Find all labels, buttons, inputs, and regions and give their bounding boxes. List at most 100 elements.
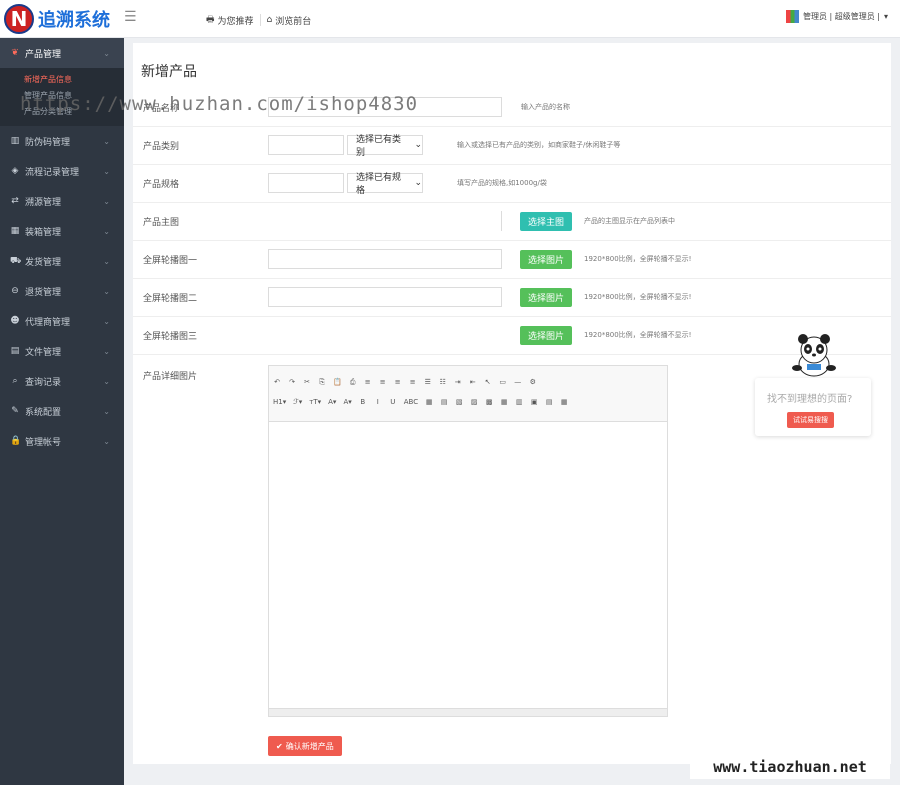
editor-tool-button[interactable]: U [389,398,397,406]
editor-tool-button[interactable]: ▣ [530,398,538,406]
editor-tool-button[interactable]: 📋 [333,378,342,386]
sidebar-item-label: 发货管理 [25,257,62,268]
editor-tool-button[interactable]: ▧ [455,398,463,406]
chevron-down-icon: ⌄ [103,136,110,146]
select-value: 选择已有规格 [356,173,402,196]
editor-tool-button[interactable]: ☰ [424,378,432,386]
editor-tool-button[interactable]: ↷ [288,378,296,386]
editor-tool-button[interactable]: ⇤ [469,378,477,386]
editor-tool-button[interactable]: ▨ [470,398,478,406]
chevron-down-icon: ⌄ [103,286,110,296]
editor-tool-button[interactable]: ▦ [500,398,508,406]
field-label: 全屏轮播图三 [143,331,198,342]
rich-text-editor[interactable]: ↶ ↷ ✂ ⎘ 📋 ⎙ ≡ ≡ ≡ ≡ ☰ ☷ ⇥ ⇤ ↖ ▭ — ⚙ H1▾ ℱ▾ тT▾ A▾ A▾ B I U ABC ▦ ▤ ▧… [268,365,668,717]
home-icon: ⌂ [266,15,273,25]
sidebar-item-settings[interactable]: ✎ 系统配置 ⌄ [0,396,124,426]
nav-frontend[interactable]: ⌂ 浏览前台 [261,14,318,27]
editor-tool-button[interactable]: ☷ [439,378,447,386]
editor-tool-button[interactable]: ▭ [499,378,507,386]
sidebar-item-query-log[interactable]: ⌕ 查询记录 ⌄ [0,366,124,396]
sidebar-item-trace[interactable]: ⇄ 溯源管理 ⌄ [0,186,124,216]
category-select[interactable]: 选择已有类别 ⌄ [347,135,423,158]
carousel-2-input[interactable] [268,287,502,307]
field-hint: 输入产品的名称 [521,103,570,111]
editor-tool-button[interactable]: B [359,398,367,406]
carousel-1-input[interactable] [268,249,502,269]
editor-tool-button[interactable]: ✂ [303,378,311,386]
carousel-3-input[interactable] [268,325,502,345]
editor-tool-button[interactable]: A▾ [343,398,351,406]
choose-main-image-button[interactable]: 选择主图 [520,211,573,231]
chevron-down-icon: ⌄ [103,316,110,326]
app-title: 追溯系统 [38,10,110,31]
sidebar-item-product[interactable]: ❦ 产品管理 ⌄ [0,38,124,68]
barcode-icon: ▥ [10,136,20,146]
select-value: 选择已有类别 [356,135,402,158]
editor-tool-button[interactable]: ⎙ [349,378,357,387]
sidebar-item-files[interactable]: ▤ 文件管理 ⌄ [0,336,124,366]
submit-button[interactable]: ✔ 确认新增产品 [268,736,342,756]
spec-input[interactable] [268,173,344,193]
help-widget: 找不到理想的页面? 试试易搜搜 [755,378,871,436]
submit-label: 确认新增产品 [285,741,334,751]
editor-tool-button[interactable]: ▦ [425,398,433,406]
field-hint: 产品的主图显示在产品列表中 [584,217,675,225]
editor-tool-button[interactable]: ▩ [485,398,493,406]
check-icon: ✔ [276,741,283,751]
editor-tool-button[interactable]: ≡ [379,378,387,386]
truck-icon: ⛟ [10,255,22,266]
editor-tool-button[interactable]: — [514,378,522,386]
top-nav: 🖶 为您推荐 ⌂ 浏览前台 [200,12,317,28]
sidebar-item-label: 文件管理 [25,347,62,358]
submenu-add-product[interactable]: 新增产品信息 [0,72,124,88]
editor-resize-bar[interactable] [269,708,667,716]
main-image-input[interactable] [268,211,502,231]
help-question: 找不到理想的页面? [767,394,853,405]
editor-tool-button[interactable]: I [374,398,382,406]
editor-tool-button[interactable]: ↶ [273,378,281,386]
editor-tool-button[interactable]: A▾ [328,398,336,406]
editor-tool-button[interactable]: ▦ [560,398,568,406]
editor-tool-button[interactable]: H1▾ [273,398,286,406]
editor-tool-button[interactable]: ≡ [364,378,372,386]
editor-tool-button[interactable]: ⎘ [318,378,326,387]
editor-tool-button[interactable]: ↖ [484,378,492,386]
sidebar-item-shipping[interactable]: ⛟ 发货管理 ⌄ [0,246,124,276]
sidebar-item-accounts[interactable]: 🔒 管理帐号 ⌄ [0,426,124,456]
nav-recommend[interactable]: 🖶 为您推荐 [200,12,260,28]
user-menu[interactable]: 管理员 | 超级管理员 | ▾ [785,10,888,23]
editor-tool-button[interactable]: тT▾ [309,398,321,406]
editor-tool-button[interactable]: ≡ [394,378,402,386]
chevron-down-icon: ⌄ [103,166,110,176]
editor-tool-button[interactable]: ⇥ [454,378,462,386]
search-icon: ⌕ [12,376,18,386]
sidebar-item-anticounterfeit[interactable]: ▥ 防伪码管理 ⌄ [0,126,124,156]
app-logo[interactable]: N 追溯系统 [4,4,110,34]
editor-tool-button[interactable]: ▥ [515,398,523,406]
sidebar-item-label: 产品管理 [25,49,62,60]
form-row-carousel-1: 全屏轮播图一 选择图片 1920*800比例，全屏轮播不显示! [133,240,891,278]
editor-tool-button[interactable]: ▤ [440,398,448,406]
menu-toggle-icon[interactable]: ☰ [124,9,137,25]
category-input[interactable] [268,135,344,155]
sidebar-item-process[interactable]: ◈ 流程记录管理 ⌄ [0,156,124,186]
editor-tool-button[interactable]: ABC [404,398,418,406]
editor-tool-button[interactable]: ▤ [545,398,553,406]
form-row-main-image: 产品主图 选择主图 产品的主图显示在产品列表中 [133,202,891,240]
editor-tool-button[interactable]: ℱ▾ [293,398,302,406]
editor-tool-button[interactable]: ≡ [409,378,417,386]
sidebar-item-packing[interactable]: ▦ 装箱管理 ⌄ [0,216,124,246]
spec-select[interactable]: 选择已有规格 ⌄ [347,173,423,196]
sidebar-item-returns[interactable]: ⊖ 退货管理 ⌄ [0,276,124,306]
form-row-carousel-3: 全屏轮播图三 选择图片 1920*800比例，全屏轮播不显示! [133,316,891,354]
sidebar: ❦ 产品管理 ⌄ 新增产品信息 管理产品信息 产品分类管理 ▥ 防伪码管理 ⌄ … [0,38,124,785]
tag-icon: ◈ [11,166,19,176]
editor-content-area[interactable] [269,422,667,702]
sidebar-item-agents[interactable]: ☻ 代理商管理 ⌄ [0,306,124,336]
choose-carousel-2-button[interactable]: 选择图片 [520,287,573,307]
field-label: 产品类别 [143,141,180,152]
choose-carousel-1-button[interactable]: 选择图片 [520,249,573,269]
editor-tool-button[interactable]: ⚙ [529,378,537,386]
choose-carousel-3-button[interactable]: 选择图片 [520,325,573,345]
help-try-button[interactable]: 试试易搜搜 [787,412,834,428]
